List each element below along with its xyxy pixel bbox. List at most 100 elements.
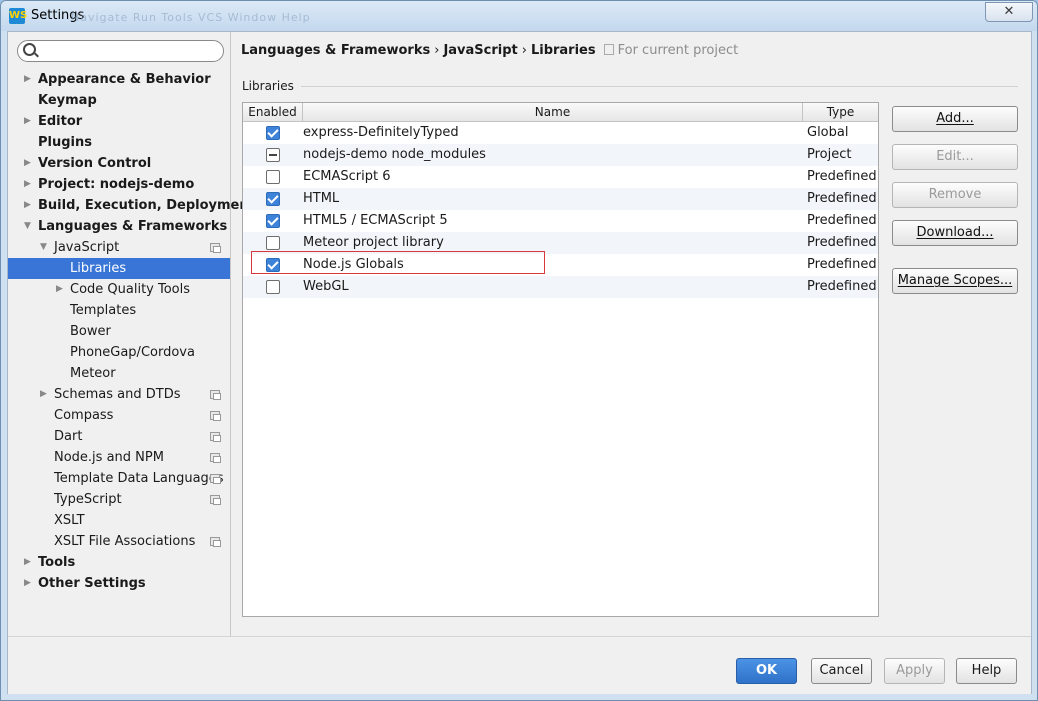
edit-button[interactable]: Edit... xyxy=(892,144,1018,170)
tree-item-label: Build, Execution, Deployment xyxy=(38,198,255,213)
enabled-checkbox[interactable] xyxy=(266,280,280,294)
tree-item-template-data-languages[interactable]: Template Data Languages xyxy=(8,468,230,489)
tree-item-appearance-behavior[interactable]: ▶ Appearance & Behavior xyxy=(8,69,230,90)
background-menu-bar: Navigate Run Tools VCS Window Help xyxy=(71,11,311,24)
tree-item-label: Editor xyxy=(38,114,83,129)
tree-item-label: Code Quality Tools xyxy=(70,282,191,297)
expand-arrow-icon[interactable]: ▶ xyxy=(40,384,50,405)
tree-item-label: PhoneGap/Cordova xyxy=(70,345,195,360)
tree-item-build-execution-deployment[interactable]: ▶ Build, Execution, Deployment xyxy=(8,195,255,216)
enabled-checkbox[interactable] xyxy=(266,170,280,184)
table-row[interactable]: ECMAScript 6 Predefined xyxy=(243,166,878,188)
tree-item-xslt[interactable]: XSLT xyxy=(8,510,230,531)
tree-item-phonegap-cordova[interactable]: PhoneGap/Cordova xyxy=(8,342,230,363)
library-type: Predefined xyxy=(807,213,877,228)
tree-item-other-settings[interactable]: ▶ Other Settings xyxy=(8,573,230,594)
tree-item-nodejs-npm[interactable]: Node.js and NPM xyxy=(8,447,230,468)
settings-tree: ▶ Appearance & Behavior Keymap ▶ Editor Pl… xyxy=(8,69,255,594)
tree-item-schemas-dtds[interactable]: ▶ Schemas and DTDs xyxy=(8,384,230,405)
table-row[interactable]: HTML5 / ECMAScript 5 Predefined xyxy=(243,210,878,232)
tree-item-meteor[interactable]: Meteor xyxy=(8,363,230,384)
library-name: express-DefinitelyTyped xyxy=(303,125,459,140)
tree-item-label: Dart xyxy=(54,429,83,444)
libraries-panel: Languages & Frameworks › JavaScript › Librar… xyxy=(231,32,1031,636)
title-bar: WS Settings Navigate Run Tools VCS Windo… xyxy=(1,1,1037,31)
collapse-arrow-icon[interactable]: ▼ xyxy=(24,216,34,237)
tree-item-editor[interactable]: ▶ Editor xyxy=(8,111,230,132)
add-button[interactable]: Add... xyxy=(892,106,1018,132)
tree-item-label: XSLT xyxy=(54,513,85,528)
library-name: HTML xyxy=(303,191,340,206)
tree-item-xslt-file-associations[interactable]: XSLT File Associations xyxy=(8,531,230,552)
tree-item-code-quality-tools[interactable]: ▶ Code Quality Tools xyxy=(8,279,230,300)
column-header-type[interactable]: Type xyxy=(803,103,878,121)
project-scope-icon xyxy=(210,243,221,253)
tree-item-typescript[interactable]: TypeScript xyxy=(8,489,230,510)
cancel-button[interactable]: Cancel xyxy=(811,658,872,684)
tree-item-keymap[interactable]: Keymap xyxy=(8,90,230,111)
tree-item-label: Other Settings xyxy=(38,576,146,591)
tree-item-templates[interactable]: Templates xyxy=(8,300,230,321)
enabled-checkbox[interactable] xyxy=(266,126,280,140)
table-row[interactable]: nodejs-demo node_modules Project xyxy=(243,144,878,166)
tree-item-label: JavaScript xyxy=(54,240,120,255)
tree-item-compass[interactable]: Compass xyxy=(8,405,230,426)
settings-search[interactable] xyxy=(17,40,224,62)
tree-item-label: Meteor xyxy=(70,366,116,381)
group-divider xyxy=(301,86,1018,87)
tree-item-label: Plugins xyxy=(38,135,92,150)
table-row[interactable]: WebGL Predefined xyxy=(243,276,878,298)
table-row[interactable]: HTML Predefined xyxy=(243,188,878,210)
enabled-checkbox[interactable] xyxy=(266,192,280,206)
tree-item-libraries[interactable]: Libraries xyxy=(8,258,230,279)
enabled-checkbox[interactable] xyxy=(266,214,280,228)
tree-item-languages-frameworks[interactable]: ▼ Languages & Frameworks xyxy=(8,216,230,237)
breadcrumb-languages-frameworks: Languages & Frameworks xyxy=(241,43,431,58)
expand-arrow-icon[interactable]: ▶ xyxy=(56,279,66,300)
tree-item-dart[interactable]: Dart xyxy=(8,426,230,447)
tree-item-bower[interactable]: Bower xyxy=(8,321,230,342)
tree-item-project[interactable]: ▶ Project: nodejs-demo xyxy=(8,174,230,195)
manage-scopes-button[interactable]: Manage Scopes... xyxy=(892,268,1018,294)
library-type: Predefined xyxy=(807,257,877,272)
expand-arrow-icon[interactable]: ▶ xyxy=(24,111,34,132)
search-input[interactable] xyxy=(40,42,220,60)
tree-item-label: TypeScript xyxy=(54,492,122,507)
enabled-checkbox[interactable] xyxy=(266,148,280,162)
expand-arrow-icon[interactable]: ▶ xyxy=(24,69,34,90)
tree-item-label: Languages & Frameworks xyxy=(38,219,228,234)
help-button[interactable]: Help xyxy=(956,658,1017,684)
tree-item-javascript[interactable]: ▼ JavaScript xyxy=(8,237,230,258)
close-icon[interactable]: ✕ xyxy=(985,2,1033,22)
remove-button[interactable]: Remove xyxy=(892,182,1018,208)
breadcrumb-javascript: JavaScript xyxy=(443,43,518,58)
expand-arrow-icon[interactable]: ▶ xyxy=(24,573,34,594)
library-name: ECMAScript 6 xyxy=(303,169,391,184)
tree-item-plugins[interactable]: Plugins xyxy=(8,132,230,153)
apply-button[interactable]: Apply xyxy=(884,658,945,684)
collapse-arrow-icon[interactable]: ▼ xyxy=(40,237,50,258)
column-header-name[interactable]: Name xyxy=(303,103,803,121)
tree-item-label: Libraries xyxy=(70,261,127,276)
project-scope-icon xyxy=(210,474,221,484)
tree-item-label: Tools xyxy=(38,555,76,570)
tree-item-tools[interactable]: ▶ Tools xyxy=(8,552,230,573)
expand-arrow-icon[interactable]: ▶ xyxy=(24,552,34,573)
tree-item-label: Appearance & Behavior xyxy=(38,72,211,87)
tree-item-version-control[interactable]: ▶ Version Control xyxy=(8,153,230,174)
project-scope-icon xyxy=(210,432,221,442)
ok-button[interactable]: OK xyxy=(736,658,797,684)
enabled-checkbox[interactable] xyxy=(266,236,280,250)
tree-item-label: Project: nodejs-demo xyxy=(38,177,195,192)
search-icon xyxy=(23,43,36,56)
library-name: HTML5 / ECMAScript 5 xyxy=(303,213,448,228)
expand-arrow-icon[interactable]: ▶ xyxy=(24,174,34,195)
webstorm-logo-icon: WS xyxy=(9,8,27,24)
download-button[interactable]: Download... xyxy=(892,220,1018,246)
table-row[interactable]: express-DefinitelyTyped Global xyxy=(243,122,878,144)
expand-arrow-icon[interactable]: ▶ xyxy=(24,153,34,174)
library-type: Predefined xyxy=(807,279,877,294)
expand-arrow-icon[interactable]: ▶ xyxy=(24,195,34,216)
tree-item-label: Template Data Languages xyxy=(54,471,224,486)
column-header-enabled[interactable]: Enabled xyxy=(243,103,303,121)
